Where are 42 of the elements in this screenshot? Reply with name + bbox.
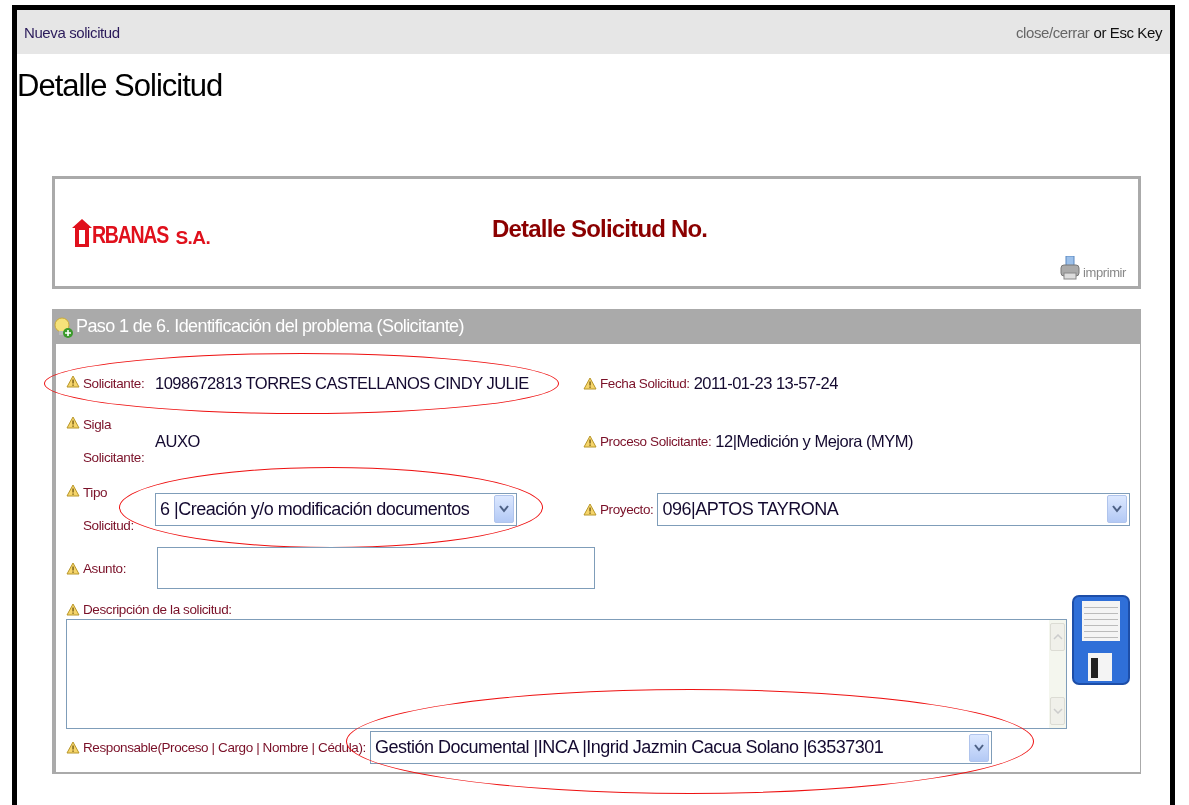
field-label: Sigla Solicitante: xyxy=(83,416,146,467)
scrollbar[interactable] xyxy=(1049,620,1066,728)
card-title: Detalle Solicitud No. xyxy=(492,214,708,243)
warning-icon xyxy=(583,434,597,448)
warning-icon xyxy=(66,741,80,754)
dropdown[interactable]: Gestión Documental |INCA |Ingrid Jazmin Cacua Solano |63537301 xyxy=(369,731,992,764)
page-title: Detalle Solicitud xyxy=(17,68,223,104)
field-label: Proyecto: xyxy=(600,501,654,517)
logo-suffix: S.A. xyxy=(175,227,211,247)
close-hint: or Esc Key xyxy=(1093,23,1162,41)
printer-icon xyxy=(1060,256,1080,280)
field-label: Tipo Solicitud: xyxy=(83,484,135,535)
house-logo-icon xyxy=(72,218,92,247)
input-field[interactable] xyxy=(157,547,595,589)
warning-icon xyxy=(66,603,80,616)
dialog-title: Nueva solicitud xyxy=(24,23,120,41)
dropdown[interactable]: 6 |Creación y/o modificación documentos xyxy=(155,492,517,526)
warning-icon xyxy=(583,376,597,390)
scroll-down-icon[interactable] xyxy=(1052,708,1063,714)
field-label: Fecha Solicitud: xyxy=(600,375,690,391)
warning-icon xyxy=(66,484,80,497)
text-area[interactable] xyxy=(66,619,1067,729)
panel-title: Paso 1 de 6. Identificación del problema (Solicitante) xyxy=(76,316,464,337)
warning-icon xyxy=(583,502,597,516)
scroll-up-icon[interactable] xyxy=(1052,634,1063,640)
close-link[interactable]: close/cerrar xyxy=(1015,23,1090,41)
warning-icon xyxy=(66,561,80,575)
field-value: AUXO xyxy=(155,431,200,451)
field-value: 2011-01-23 13-57-24 xyxy=(693,373,838,393)
field-value: 12|Medición y Mejora (MYM) xyxy=(715,431,913,451)
field-value: 1098672813 TORRES CASTELLANOS CINDY JULIE xyxy=(155,373,529,393)
field-label: Asunto: xyxy=(83,559,127,578)
bulb-icon xyxy=(52,314,74,339)
field-label: Solicitante: xyxy=(83,374,146,393)
print-link[interactable]: imprimir xyxy=(1060,256,1126,280)
logo-text: RBANAS xyxy=(92,223,168,247)
warning-icon xyxy=(66,416,80,429)
save-icon[interactable] xyxy=(1072,595,1130,685)
warning-icon xyxy=(66,374,80,388)
dropdown[interactable]: 096|APTOS TAYRONA xyxy=(657,492,1130,526)
field-label: Descripción de la solicitud: xyxy=(83,602,232,617)
field-label: Proceso Solicitante: xyxy=(600,433,712,449)
